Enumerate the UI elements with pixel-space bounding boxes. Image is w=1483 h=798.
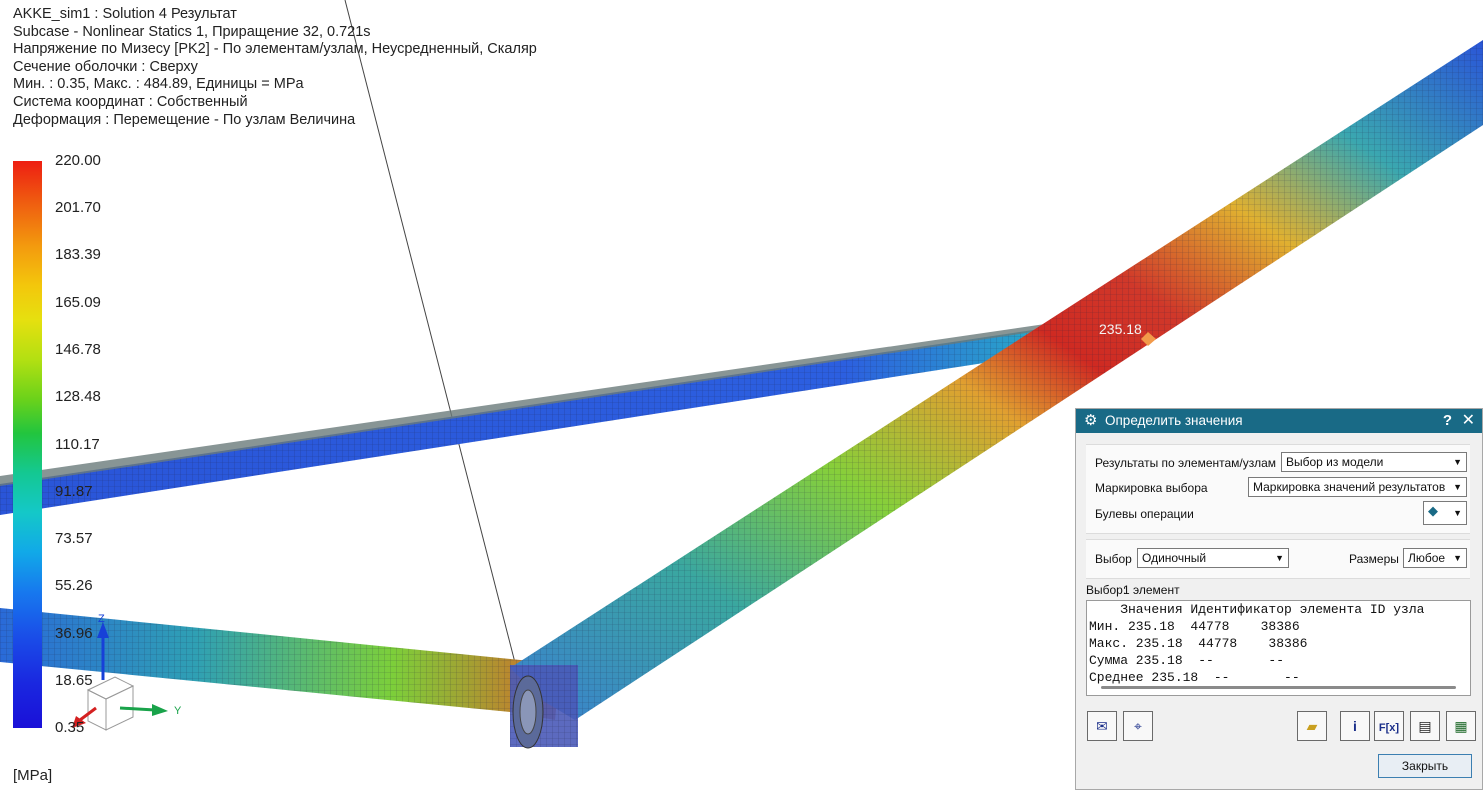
size-label: Размеры <box>1349 552 1399 566</box>
legend-tick: 183.39 <box>55 246 101 263</box>
chevron-down-icon: ▼ <box>1275 553 1284 563</box>
header-line: Сечение оболочки : Сверху <box>13 58 198 75</box>
horizontal-scrollbar[interactable] <box>1101 686 1456 689</box>
report-button[interactable]: ▤ <box>1410 711 1440 741</box>
results-row: Макс. 235.18 44778 38386 <box>1089 636 1308 651</box>
selection-label: Выбор: <box>1086 583 1127 597</box>
legend-tick: 55.26 <box>55 577 93 594</box>
results-row: Сумма 235.18 -- -- <box>1089 653 1285 668</box>
close-button[interactable]: Закрыть <box>1378 754 1472 778</box>
size-select-value: Любое <box>1408 551 1446 565</box>
select-mode-value: Одиночный <box>1142 551 1207 565</box>
results-select-value: Выбор из модели <box>1286 455 1384 469</box>
results-select[interactable]: Выбор из модели ▼ <box>1281 452 1467 472</box>
marking-select[interactable]: Маркировка значений результатов ▼ <box>1248 477 1467 497</box>
selection-count: 1 элемент <box>1123 583 1180 597</box>
spreadsheet-button[interactable]: ▦ <box>1446 711 1476 741</box>
chevron-down-icon: ▼ <box>1453 457 1462 467</box>
clear-button[interactable]: ✉ <box>1087 711 1117 741</box>
color-legend-bar <box>13 161 42 728</box>
size-select[interactable]: Любое ▼ <box>1403 548 1467 568</box>
header-line: Деформация : Перемещение - По узлам Вели… <box>13 111 356 128</box>
info-icon: i <box>1353 718 1357 734</box>
clear-icon: ✉ <box>1096 718 1108 734</box>
legend-tick: 91.87 <box>55 483 93 500</box>
boolean-select[interactable]: ◆ ▼ <box>1423 501 1467 525</box>
spreadsheet-icon: ▦ <box>1454 718 1468 734</box>
select-mode-select[interactable]: Одиночный ▼ <box>1137 548 1289 568</box>
triad-y-label: Y <box>174 705 182 717</box>
legend-tick: 0.35 <box>55 719 85 736</box>
reset-pick-button[interactable]: ⌖ <box>1123 711 1153 741</box>
info-button[interactable]: i <box>1340 711 1370 741</box>
select-label: Выбор <box>1095 552 1132 566</box>
result-header: AKKE_sim1 : Solution 4 Результат Subcase… <box>13 6 537 129</box>
results-row: Среднее 235.18 -- -- <box>1089 670 1300 685</box>
options-group: Результаты по элементам/узлам Выбор из м… <box>1086 444 1470 534</box>
header-line: Мин. : 0.35, Макс. : 484.89, Единицы = M… <box>13 76 304 93</box>
header-line: Система координат : Собственный <box>13 93 248 110</box>
legend-tick: 110.17 <box>55 436 100 453</box>
legend-tick: 73.57 <box>55 530 93 547</box>
legend-tick: 220.00 <box>55 152 101 169</box>
chevron-down-icon: ▼ <box>1453 508 1462 518</box>
results-text-box[interactable]: Значения Идентификатор элемента ID узла … <box>1086 600 1471 696</box>
header-line: Subcase - Nonlinear Statics 1, Приращени… <box>13 23 371 40</box>
help-icon[interactable]: ? <box>1443 409 1452 433</box>
document-icon: ▤ <box>1418 718 1432 734</box>
legend-tick: 165.09 <box>55 294 101 311</box>
results-header: Значения Идентификатор элемента ID узла <box>1089 602 1425 617</box>
selection-group: Выбор Одиночный ▼ Размеры Любое ▼ <box>1086 539 1470 579</box>
folder-icon: ▰ <box>1306 718 1318 734</box>
function-button[interactable]: F[x] <box>1374 711 1404 741</box>
results-label: Результаты по элементам/узлам <box>1095 456 1277 470</box>
pick-value-label: 235.18 <box>1099 321 1142 337</box>
chevron-down-icon: ▼ <box>1453 482 1462 492</box>
legend-tick: 128.48 <box>55 388 101 405</box>
legend-tick: 36.96 <box>55 625 93 642</box>
legend-tick: 18.65 <box>55 672 93 689</box>
identify-values-dialog: ⚙ Определить значения ? ✕ Результаты по … <box>1075 408 1483 790</box>
marking-select-value: Маркировка значений результатов <box>1253 480 1446 494</box>
boolean-label: Булевы операции <box>1095 507 1194 521</box>
dialog-title-bar[interactable]: ⚙ Определить значения ? ✕ <box>1076 409 1482 433</box>
legend-tick: 146.78 <box>55 341 101 358</box>
header-line: AKKE_sim1 : Solution 4 Результат <box>13 6 237 22</box>
legend-unit: [MPa] <box>13 767 53 784</box>
dialog-title: Определить значения <box>1105 413 1243 428</box>
boolean-icon: ◆ <box>1428 503 1438 518</box>
function-icon: F[x] <box>1378 722 1400 734</box>
chevron-down-icon: ▼ <box>1453 553 1462 563</box>
open-folder-button[interactable]: ▰ <box>1297 711 1327 741</box>
crosshair-icon: ⌖ <box>1134 718 1142 734</box>
triad-z-label: Z <box>98 613 105 625</box>
header-line: Напряжение по Мизесу [PK2] - По элемента… <box>13 41 537 58</box>
close-icon[interactable]: ✕ <box>1462 409 1475 433</box>
gear-icon: ⚙ <box>1084 412 1098 429</box>
legend-tick: 201.70 <box>55 199 101 216</box>
marking-label: Маркировка выбора <box>1095 481 1208 495</box>
results-row: Мин. 235.18 44778 38386 <box>1089 619 1300 634</box>
